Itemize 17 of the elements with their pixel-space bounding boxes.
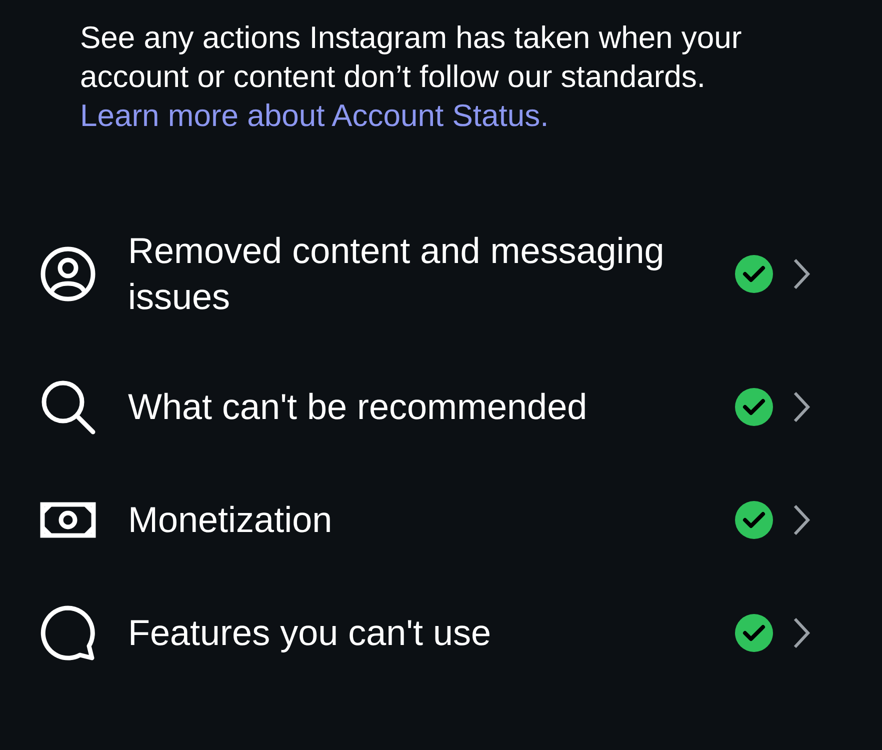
search-icon <box>40 378 96 434</box>
description-text: See any actions Instagram has taken when your account or content don’t follow our standards. Learn more about Account Status. <box>80 19 743 135</box>
item-label: What can't be recommended <box>128 384 588 428</box>
status-list-item[interactable]: Removed content and messaging issues <box>40 197 882 350</box>
chevron-right-icon <box>792 502 812 536</box>
status-list-item[interactable]: Features you can't use <box>40 576 882 689</box>
status-list-item[interactable]: Monetization <box>40 463 882 576</box>
item-label: Features you can't use <box>128 610 492 654</box>
person-circle-icon <box>40 246 96 302</box>
learn-more-link[interactable]: Learn more about Account Status. <box>80 98 549 133</box>
item-label: Monetization <box>128 498 334 542</box>
item-label: Removed content and messaging issues <box>128 228 666 318</box>
chevron-right-icon <box>792 390 812 424</box>
speech-bubble-icon <box>40 604 96 660</box>
chevron-right-icon <box>792 256 812 290</box>
chevron-right-icon <box>792 616 812 650</box>
status-list-item[interactable]: What can't be recommended <box>40 350 882 463</box>
